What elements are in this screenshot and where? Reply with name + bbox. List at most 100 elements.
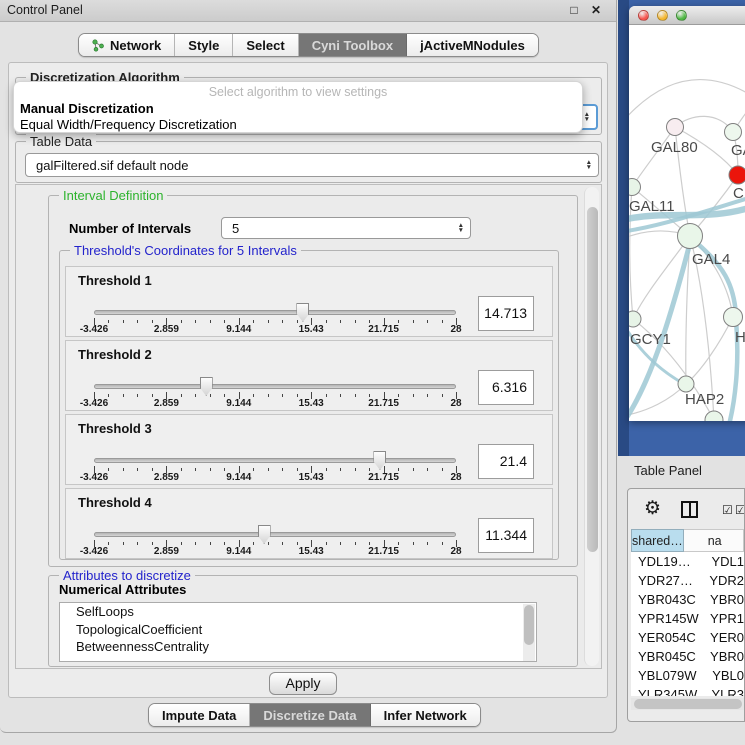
tab-select[interactable]: Select [233, 34, 298, 56]
threshold-value-field[interactable]: 11.344 [478, 518, 534, 553]
tick-mark [369, 542, 370, 545]
node-label: GAL4 [692, 251, 730, 268]
cell-name[interactable]: YPR1 [703, 609, 744, 628]
network-window-titlebar [629, 6, 745, 25]
red-node[interactable] [729, 166, 745, 184]
checkbox-icon[interactable]: ☑ [722, 503, 733, 517]
threshold-slider-track[interactable] [94, 384, 456, 389]
settings-vertical-scrollbar[interactable] [584, 187, 599, 666]
table-row[interactable]: YPR145WYPR1 [631, 609, 744, 628]
attribute-list-item[interactable]: TopologicalCoefficient [60, 621, 536, 639]
tab-jactivemnodules[interactable]: jActiveMNodules [407, 34, 538, 56]
float-window-button[interactable]: □ [566, 2, 582, 18]
tick-mark [210, 320, 211, 323]
gear-icon[interactable]: ⚙ [644, 497, 661, 520]
threshold-value-field[interactable]: 14.713 [478, 296, 534, 331]
network-edge[interactable] [629, 80, 745, 120]
H-node[interactable] [724, 308, 743, 327]
bottom-node[interactable] [705, 411, 723, 421]
cell-name[interactable]: YDL1 [704, 552, 744, 571]
cell-shared-name[interactable]: YPR145W [631, 609, 703, 628]
HAP2-node[interactable] [678, 376, 694, 392]
mac-zoom-button[interactable] [676, 10, 687, 21]
GAL80-node[interactable] [667, 119, 684, 136]
cell-name[interactable]: YER0 [703, 628, 744, 647]
threshold-slider-track[interactable] [94, 310, 456, 315]
attributes-group-title: Attributes to discretize [59, 568, 195, 583]
node-label: HAP2 [685, 391, 724, 408]
close-window-button[interactable]: ✕ [588, 2, 604, 18]
tick-mark [195, 320, 196, 323]
tab-infer-network[interactable]: Infer Network [371, 704, 480, 726]
network-edge[interactable] [686, 317, 733, 384]
tick-label: 2.859 [154, 546, 179, 557]
table-row[interactable]: YDR27…YDR2 [631, 571, 744, 590]
tick-mark [355, 468, 356, 471]
attribute-list-item[interactable]: BetweennessCentrality [60, 638, 536, 656]
attributes-list-scrollbar[interactable] [523, 604, 535, 662]
tab-cyni-toolbox[interactable]: Cyni Toolbox [299, 34, 407, 56]
tab-impute-data[interactable]: Impute Data [149, 704, 250, 726]
table-row[interactable]: YBR043CYBR0 [631, 590, 744, 609]
option-equal-width-frequency[interactable]: Equal Width/Frequency Discretization [20, 117, 237, 132]
tick-mark [123, 320, 124, 323]
cell-shared-name[interactable]: YLR345W [631, 685, 704, 696]
tab-network[interactable]: Network [79, 34, 175, 56]
control-panel-title: Control Panel [7, 3, 83, 17]
table-row[interactable]: YER054CYER0 [631, 628, 744, 647]
option-manual-discretization[interactable]: Manual Discretization [20, 101, 154, 116]
tab-style[interactable]: Style [175, 34, 233, 56]
mac-minimize-button[interactable] [657, 10, 668, 21]
network-edge[interactable] [675, 116, 733, 132]
cell-name[interactable]: YBR0 [703, 647, 744, 666]
tick-mark [326, 542, 327, 545]
column-header-name[interactable]: na [684, 529, 744, 552]
tick-mark [340, 468, 341, 471]
GCY1-node[interactable] [629, 311, 641, 327]
GAL4-node[interactable] [678, 224, 703, 249]
apply-button[interactable]: Apply [269, 672, 337, 695]
threshold-value-field[interactable]: 6.316 [478, 370, 534, 405]
threshold-slider-track[interactable] [94, 532, 456, 537]
table-column-headers: shared… na [631, 529, 744, 552]
tick-mark [253, 542, 254, 545]
tick-mark [123, 394, 124, 397]
numerical-attributes-list[interactable]: SelfLoopsTopologicalCoefficientBetweenne… [59, 602, 537, 662]
tick-mark [152, 394, 153, 397]
attribute-list-item[interactable]: SelfLoops [60, 603, 536, 621]
cell-name[interactable]: YBR0 [703, 590, 744, 609]
cell-shared-name[interactable]: YBL079W [631, 666, 705, 685]
number-of-intervals-select[interactable]: 5 ▲▼ [221, 217, 471, 239]
tick-label: -3.426 [80, 398, 108, 409]
mac-close-button[interactable] [638, 10, 649, 21]
cell-shared-name[interactable]: YDR27… [631, 571, 702, 590]
table-row[interactable]: YLR345WYLR3 [631, 685, 744, 696]
node-label: GA [731, 142, 745, 159]
table-horizontal-scrollbar[interactable] [631, 698, 744, 710]
table-row[interactable]: YDL19…YDL1 [631, 552, 744, 571]
threshold-slider-track[interactable] [94, 458, 456, 463]
tick-label: 15.43 [299, 398, 324, 409]
cell-name[interactable]: YDR2 [702, 571, 744, 590]
network-edge[interactable] [632, 127, 675, 187]
cell-name[interactable]: YBL0 [705, 666, 744, 685]
column-view-icon[interactable] [681, 501, 698, 518]
cell-shared-name[interactable]: YBR043C [631, 590, 703, 609]
table-row[interactable]: YBL079WYBL0 [631, 666, 744, 685]
cell-shared-name[interactable]: YBR045C [631, 647, 703, 666]
tick-label: 2.859 [154, 472, 179, 483]
column-header-shared-name[interactable]: shared… [631, 529, 684, 552]
network-canvas[interactable]: GAL80GACGAL11GAL4GCY1HHAP2 [629, 25, 745, 421]
table-data-select[interactable]: galFiltered.sif default node ▲▼ [25, 153, 599, 177]
thresholds-group: Threshold's Coordinates for 5 Intervals … [59, 250, 559, 560]
tick-mark [137, 320, 138, 323]
table-row[interactable]: YBR045CYBR0 [631, 647, 744, 666]
checkbox-icon[interactable]: ☑ [735, 503, 745, 517]
tab-discretize-data[interactable]: Discretize Data [250, 704, 370, 726]
tick-label: 2.859 [154, 324, 179, 335]
cell-shared-name[interactable]: YDL19… [631, 552, 704, 571]
threshold-value-field[interactable]: 21.4 [478, 444, 534, 479]
cell-shared-name[interactable]: YER054C [631, 628, 703, 647]
GAL3-node[interactable] [725, 124, 742, 141]
cell-name[interactable]: YLR3 [704, 685, 744, 696]
